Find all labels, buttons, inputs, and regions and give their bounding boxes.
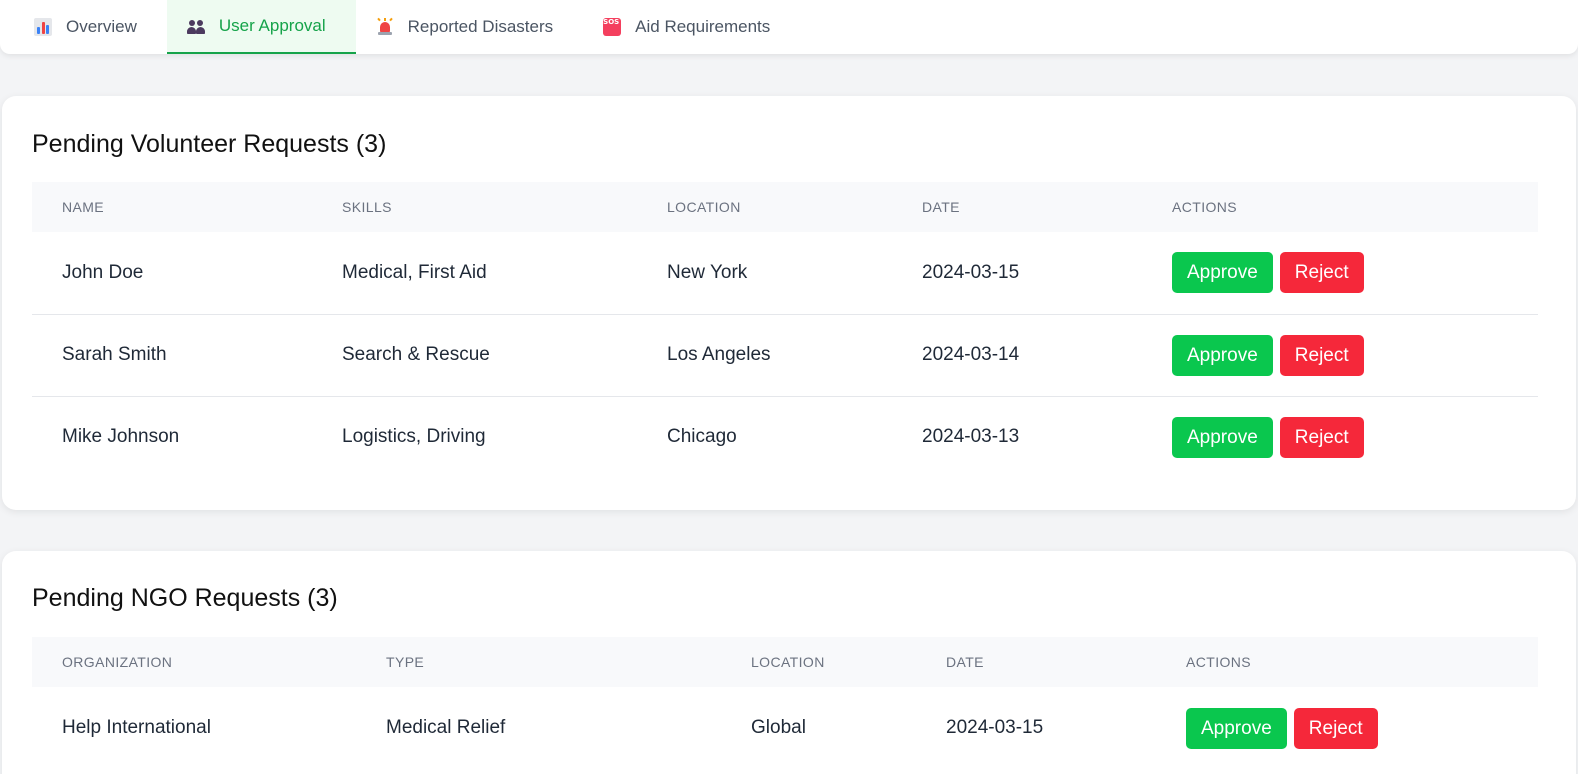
request-date: 2024-03-15: [922, 261, 1020, 283]
approve-button[interactable]: Approve: [1172, 416, 1273, 458]
volunteer-table: NAME SKILLS LOCATION DATE ACTIONS John D…: [32, 182, 1538, 478]
reject-button[interactable]: Reject: [1293, 707, 1378, 749]
tab-user-approval[interactable]: User Approval: [166, 0, 356, 54]
column-header: LOCATION: [751, 654, 825, 670]
row-actions: Approve Reject: [1142, 232, 1538, 314]
approve-button[interactable]: Approve: [1186, 707, 1287, 749]
siren-icon: [376, 17, 394, 36]
ngo-type: Medical Relief: [386, 717, 506, 738]
column-header: SKILLS: [342, 199, 392, 215]
sos-icon: SOS: [603, 18, 622, 36]
column-header: TYPE: [386, 654, 425, 670]
row-actions: Approve Reject: [1142, 396, 1538, 478]
tab-label: Reported Disasters: [407, 17, 554, 36]
table-header-row: NAME SKILLS LOCATION DATE ACTIONS: [32, 182, 1538, 232]
volunteer-skills: Search & Rescue: [342, 344, 490, 365]
bar-chart-icon: [34, 18, 52, 36]
row-actions: Approve Reject: [1156, 687, 1538, 769]
volunteer-name: Sarah Smith: [62, 344, 167, 365]
volunteer-requests-card: Pending Volunteer Requests (3) NAME SKIL…: [2, 96, 1576, 510]
column-header: LOCATION: [667, 199, 741, 215]
tab-bar: Overview User Approval Reported Disaster…: [0, 0, 1578, 54]
table-row: Mike Johnson Logistics, Driving Chicago …: [32, 396, 1538, 478]
column-header: ORGANIZATION: [62, 654, 173, 670]
column-header: DATE: [946, 654, 984, 670]
column-header: DATE: [922, 199, 960, 215]
table-row: John Doe Medical, First Aid New York 202…: [32, 232, 1538, 314]
tab-label: User Approval: [218, 16, 326, 35]
ngo-location: Global: [751, 717, 806, 738]
volunteer-location: Chicago: [667, 426, 737, 448]
request-date: 2024-03-13: [922, 426, 1020, 448]
volunteer-name: Mike Johnson: [62, 426, 180, 448]
row-actions: Approve Reject: [1142, 314, 1538, 396]
approve-button[interactable]: Approve: [1172, 252, 1273, 294]
column-header: NAME: [62, 199, 105, 215]
volunteer-skills: Medical, First Aid: [342, 261, 487, 283]
column-header: ACTIONS: [1186, 654, 1252, 670]
reject-button[interactable]: Reject: [1279, 334, 1364, 376]
volunteer-location: New York: [667, 261, 748, 283]
tab-label: Aid Requirements: [635, 17, 771, 36]
volunteer-name: John Doe: [62, 261, 144, 283]
section-title: Pending Volunteer Requests (3): [32, 130, 387, 158]
tab-overview[interactable]: Overview: [14, 0, 167, 54]
volunteer-skills: Logistics, Driving: [342, 426, 486, 448]
table-row: Sarah Smith Search & Rescue Los Angeles …: [32, 314, 1538, 396]
request-date: 2024-03-14: [922, 344, 1020, 365]
users-icon: [186, 17, 205, 35]
table-row: Help International Medical Relief Global…: [32, 687, 1538, 769]
volunteer-location: Los Angeles: [667, 344, 771, 365]
column-header: ACTIONS: [1172, 199, 1238, 215]
reject-button[interactable]: Reject: [1279, 416, 1364, 458]
ngo-table: ORGANIZATION TYPE LOCATION DATE ACTIONS …: [32, 637, 1538, 769]
request-date: 2024-03-15: [946, 717, 1044, 738]
section-title: Pending NGO Requests (3): [32, 584, 338, 612]
tab-reported-disasters[interactable]: Reported Disasters: [356, 0, 584, 54]
tab-label: Overview: [66, 17, 137, 36]
approve-button[interactable]: Approve: [1172, 334, 1273, 376]
ngo-organization: Help International: [62, 717, 211, 738]
tab-aid-requirements[interactable]: SOS Aid Requirements: [583, 0, 800, 54]
reject-button[interactable]: Reject: [1279, 252, 1364, 294]
ngo-requests-card: Pending NGO Requests (3) ORGANIZATION TY…: [2, 551, 1576, 774]
table-header-row: ORGANIZATION TYPE LOCATION DATE ACTIONS: [32, 637, 1538, 687]
